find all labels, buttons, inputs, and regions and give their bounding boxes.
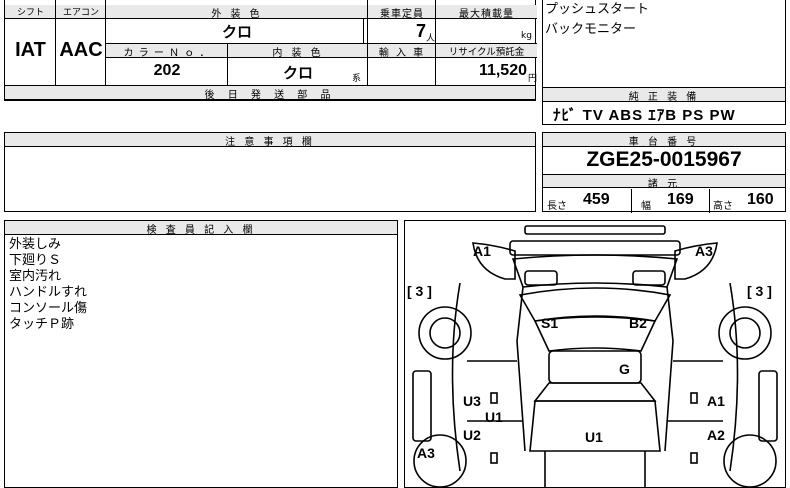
damage-a2: A2 bbox=[707, 427, 725, 443]
later-parts-label: 後 日 発 送 部 品 bbox=[5, 86, 535, 101]
color-no-label: カ ラ ー Ｎ ｏ ． bbox=[106, 43, 228, 59]
damage-a1-right: A1 bbox=[707, 393, 725, 409]
interior-color-value: クロ bbox=[282, 65, 313, 82]
damage-a3-rear-left: A3 bbox=[417, 445, 435, 461]
length-label: 長さ bbox=[547, 201, 567, 212]
genuine-equipment-label: 純 正 装 備 bbox=[543, 88, 785, 103]
inspector-notes-label: 検 査 員 記 入 欄 bbox=[5, 221, 397, 236]
vehicle-info-table: シフト エアコン IAT AAC 外 装 色 クロ 乗車定員 7 人 最大積載量… bbox=[4, 0, 538, 101]
right-wheel-bracket: [ 3 ] bbox=[747, 283, 772, 299]
chassis-no-label: 車 台 番 号 bbox=[543, 133, 785, 148]
damage-u3: U3 bbox=[463, 393, 481, 409]
inspector-note: 外装しみ bbox=[9, 237, 62, 252]
equipment-list: ﾅﾋﾞ TV ABS ｴｱB PS PW bbox=[553, 107, 736, 124]
height-label: 高さ bbox=[713, 201, 733, 212]
left-wheel-bracket: [ 3 ] bbox=[407, 283, 432, 299]
max-load-label: 最大積載量 bbox=[436, 5, 537, 20]
recycle-unit: 円 bbox=[528, 74, 538, 84]
option-back-monitor: バックモニター bbox=[545, 22, 637, 37]
import-label: 輸 入 車 bbox=[368, 43, 436, 59]
recycle-label: リサイクル預託金 bbox=[436, 43, 537, 58]
shift-label: シフト bbox=[5, 5, 56, 19]
capacity-value: 7 bbox=[415, 21, 426, 41]
inspector-note: タッチＰ跡 bbox=[9, 317, 75, 332]
width-label: 幅 bbox=[641, 201, 651, 212]
notes-box: 注 意 事 項 欄 bbox=[4, 132, 536, 212]
exterior-color-label: 外 装 色 bbox=[106, 5, 368, 20]
damage-u1-left: U1 bbox=[485, 409, 503, 425]
damage-a1-front-left: A1 bbox=[473, 243, 491, 259]
damage-u1-center: U1 bbox=[585, 429, 603, 445]
recycle-amount: 11,520 bbox=[478, 62, 527, 79]
chassis-box: 車 台 番 号 ZGE25-0015967 諸 元 長さ 459 幅 169 高… bbox=[542, 132, 786, 213]
exterior-color-value: クロ bbox=[221, 24, 252, 41]
aircon-value: AAC bbox=[59, 39, 103, 61]
car-diagram: A1 A3 [ 3 ] [ 3 ] S1 B2 G U3 U1 A1 U2 U1… bbox=[404, 220, 786, 488]
damage-u2: U2 bbox=[463, 427, 481, 443]
damage-b2: B2 bbox=[629, 315, 647, 331]
inspector-note: 室内汚れ bbox=[9, 269, 62, 284]
genuine-equipment-box: 純 正 装 備 ﾅﾋﾞ TV ABS ｴｱB PS PW bbox=[542, 87, 786, 125]
shift-value: IAT bbox=[15, 39, 46, 61]
capacity-label: 乗車定員 bbox=[368, 5, 436, 20]
width-value: 169 bbox=[667, 191, 694, 208]
max-load-unit: kg bbox=[521, 31, 532, 41]
car-outline-drawing bbox=[412, 225, 778, 487]
notes-label: 注 意 事 項 欄 bbox=[5, 133, 535, 148]
option-push-start: プッシュスタート bbox=[545, 2, 650, 17]
inspector-notes-box: 検 査 員 記 入 欄 外装しみ 下廻りＳ 室内汚れ ハンドルすれ コンソール傷… bbox=[4, 220, 398, 488]
aircon-label: エアコン bbox=[56, 5, 106, 19]
damage-a3-front-right: A3 bbox=[695, 243, 713, 259]
interior-color-label: 内 装 色 bbox=[228, 43, 368, 59]
height-value: 160 bbox=[747, 191, 774, 208]
damage-s1: S1 bbox=[541, 315, 559, 331]
options-box: プッシュスタート バックモニター bbox=[542, 0, 786, 88]
specs-label: 諸 元 bbox=[543, 174, 785, 190]
inspector-note: ハンドルすれ bbox=[9, 285, 88, 300]
chassis-no-value: ZGE25-0015967 bbox=[586, 148, 742, 171]
color-no-value: 202 bbox=[153, 62, 181, 79]
interior-color-suffix: 系 bbox=[352, 74, 362, 84]
inspector-note: 下廻りＳ bbox=[9, 253, 62, 268]
damage-g: G bbox=[619, 361, 630, 377]
inspector-note: コンソール傷 bbox=[9, 301, 88, 316]
length-value: 459 bbox=[583, 191, 610, 208]
